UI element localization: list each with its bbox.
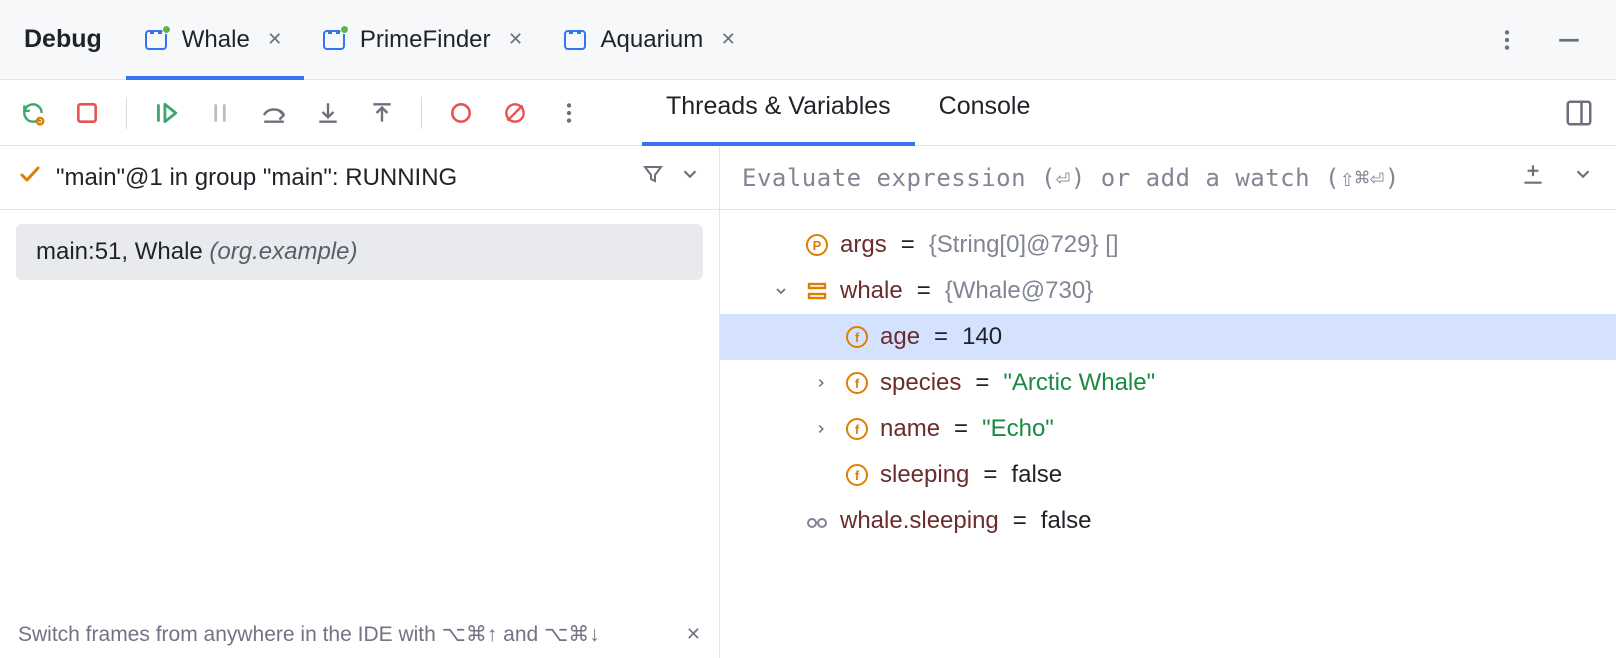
- variable-name: age: [880, 323, 920, 351]
- tab-threads-variables[interactable]: Threads & Variables: [642, 80, 915, 145]
- close-icon[interactable]: ✕: [505, 29, 527, 51]
- variable-name: whale.sleeping: [840, 507, 999, 535]
- layout-settings-icon[interactable]: [1564, 98, 1594, 128]
- variable-row-age[interactable]: f age = 140: [720, 314, 1616, 360]
- variable-name: name: [880, 415, 940, 443]
- svg-text:f: f: [855, 330, 860, 345]
- run-tab-primefinder[interactable]: PrimeFinder ✕: [304, 0, 545, 79]
- stack-frame-package: (org.example): [209, 238, 357, 265]
- tab-label: PrimeFinder: [360, 26, 491, 54]
- variable-row-whale[interactable]: whale = {Whale@730}: [720, 268, 1616, 314]
- debug-toolbar: Threads & Variables Console: [0, 80, 1616, 146]
- step-out-icon[interactable]: [367, 98, 397, 128]
- thread-running-icon: [18, 162, 42, 193]
- thread-dropdown-icon[interactable]: [679, 163, 701, 192]
- tab-label: Aquarium: [601, 26, 704, 54]
- expand-dropdown-icon[interactable]: [1572, 163, 1594, 192]
- svg-text:f: f: [855, 376, 860, 391]
- chevron-down-icon[interactable]: [768, 283, 794, 299]
- toolbar-more-icon[interactable]: [554, 98, 584, 128]
- mute-breakpoints-icon[interactable]: [500, 98, 530, 128]
- variable-row-name[interactable]: f name = "Echo": [720, 406, 1616, 452]
- variables-panel: Evaluate expression (⏎) or add a watch (…: [720, 146, 1616, 658]
- parameter-icon: P: [804, 232, 830, 258]
- run-tab-aquarium[interactable]: Aquarium ✕: [545, 0, 758, 79]
- watch-icon: [804, 508, 830, 534]
- step-over-icon[interactable]: [259, 98, 289, 128]
- run-tab-whale[interactable]: Whale ✕: [126, 0, 304, 79]
- close-hint-icon[interactable]: ✕: [686, 624, 701, 645]
- variable-row-species[interactable]: f species = "Arctic Whale": [720, 360, 1616, 406]
- pause-icon[interactable]: [205, 98, 235, 128]
- rerun-icon[interactable]: [18, 98, 48, 128]
- stack-frame-location: main:51, Whale: [36, 238, 209, 265]
- field-icon: f: [844, 324, 870, 350]
- tab-console[interactable]: Console: [915, 80, 1055, 145]
- svg-text:P: P: [813, 238, 822, 253]
- variable-value: false: [1011, 461, 1062, 489]
- stack-frame[interactable]: main:51, Whale (org.example): [16, 224, 703, 280]
- view-breakpoints-icon[interactable]: [446, 98, 476, 128]
- field-icon: f: [844, 416, 870, 442]
- resume-icon[interactable]: [151, 98, 181, 128]
- frames-hint: Switch frames from anywhere in the IDE w…: [0, 610, 719, 658]
- variable-value: 140: [962, 323, 1002, 351]
- more-icon[interactable]: [1490, 23, 1524, 57]
- chevron-right-icon[interactable]: [808, 422, 834, 436]
- app-icon: [144, 28, 168, 52]
- tab-label: Whale: [182, 26, 250, 54]
- debug-tabbar: Debug Whale ✕ PrimeFinder ✕ Aquarium ✕: [0, 0, 1616, 80]
- variable-name: args: [840, 231, 887, 259]
- variable-value: {Whale@730}: [945, 277, 1093, 305]
- minimize-icon[interactable]: [1552, 23, 1586, 57]
- stop-icon[interactable]: [72, 98, 102, 128]
- panel-title: Debug: [6, 25, 126, 54]
- chevron-right-icon[interactable]: [808, 376, 834, 390]
- object-icon: [804, 278, 830, 304]
- variable-value: "Arctic Whale": [1003, 369, 1155, 397]
- hint-text: Switch frames from anywhere in the IDE w…: [18, 622, 600, 647]
- variable-row-args[interactable]: P args = {String[0]@729} []: [720, 222, 1616, 268]
- close-icon[interactable]: ✕: [264, 29, 286, 51]
- filter-icon[interactable]: [641, 162, 665, 193]
- step-into-icon[interactable]: [313, 98, 343, 128]
- variable-value: {String[0]@729} []: [929, 231, 1119, 259]
- variable-value: false: [1041, 507, 1092, 535]
- add-watch-icon[interactable]: [1520, 161, 1546, 194]
- evaluate-expression-input[interactable]: Evaluate expression (⏎) or add a watch (…: [742, 164, 1506, 192]
- variable-value: "Echo": [982, 415, 1054, 443]
- app-icon: [322, 28, 346, 52]
- frames-panel: "main"@1 in group "main": RUNNING main:5…: [0, 146, 720, 658]
- variable-name: species: [880, 369, 961, 397]
- close-icon[interactable]: ✕: [717, 29, 739, 51]
- field-icon: f: [844, 462, 870, 488]
- field-icon: f: [844, 370, 870, 396]
- watch-row[interactable]: whale.sleeping = false: [720, 498, 1616, 544]
- variable-name: whale: [840, 277, 903, 305]
- variable-row-sleeping[interactable]: f sleeping = false: [720, 452, 1616, 498]
- variable-name: sleeping: [880, 461, 969, 489]
- svg-text:f: f: [855, 422, 860, 437]
- svg-text:f: f: [855, 468, 860, 483]
- thread-status: "main"@1 in group "main": RUNNING: [56, 164, 457, 192]
- app-icon: [563, 28, 587, 52]
